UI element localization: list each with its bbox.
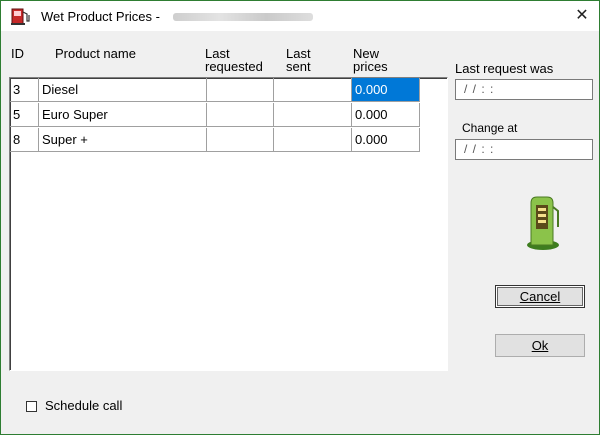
column-header-last-sent: Last sent <box>286 47 311 73</box>
cell-new-price[interactable]: 0.000 <box>352 103 420 127</box>
cell-last-requested[interactable] <box>207 103 274 127</box>
cancel-button[interactable]: Cancel <box>495 285 585 308</box>
header-line: prices <box>353 59 388 74</box>
column-header-last-requested: Last requested <box>205 47 263 73</box>
change-at-label: Change at <box>462 121 518 135</box>
title-obscured-text <box>173 13 313 21</box>
table-row[interactable]: 5 Euro Super 0.000 <box>10 103 420 128</box>
cell-last-requested[interactable] <box>207 128 274 152</box>
last-request-field[interactable]: / / : : <box>455 79 593 100</box>
column-header-new-prices: New prices <box>353 47 388 73</box>
price-grid[interactable]: 3 Diesel 0.000 5 Euro Super 0.000 8 Supe… <box>9 77 448 371</box>
cell-last-sent[interactable] <box>274 78 352 102</box>
ok-button[interactable]: Ok <box>495 334 585 357</box>
change-at-field[interactable]: / / : : <box>455 139 593 160</box>
cell-new-price[interactable]: 0.000 <box>352 128 420 152</box>
window-title: Wet Product Prices - <box>41 9 160 24</box>
schedule-call-label[interactable]: Schedule call <box>45 398 122 413</box>
close-icon: ✕ <box>575 7 589 24</box>
cell-last-sent[interactable] <box>274 128 352 152</box>
cell-product-name[interactable]: Euro Super <box>39 103 207 127</box>
column-header-id: ID <box>11 46 24 61</box>
cell-id[interactable]: 5 <box>10 103 39 127</box>
header-line: sent <box>286 59 311 74</box>
cell-product-name[interactable]: Super + <box>39 128 207 152</box>
title-bar[interactable]: Wet Product Prices - ✕ <box>1 1 599 31</box>
cancel-button-label: Cancel <box>519 289 561 304</box>
cell-product-name[interactable]: Diesel <box>39 78 207 102</box>
header-line: requested <box>205 59 263 74</box>
column-header-product-name: Product name <box>55 46 136 61</box>
cell-last-requested[interactable] <box>207 78 274 102</box>
cell-id[interactable]: 3 <box>10 78 39 102</box>
cell-last-sent[interactable] <box>274 103 352 127</box>
schedule-call-checkbox[interactable] <box>26 401 37 412</box>
ok-button-label: Ok <box>531 338 549 353</box>
cell-new-price[interactable]: 0.000 <box>352 78 420 102</box>
last-request-label: Last request was <box>455 61 554 76</box>
fuel-pump-green-icon <box>527 196 559 250</box>
table-row[interactable]: 3 Diesel 0.000 <box>10 78 420 103</box>
table-row[interactable]: 8 Super + 0.000 <box>10 128 420 153</box>
wet-product-prices-window: Wet Product Prices - ✕ ID Product name L… <box>0 0 600 435</box>
cell-id[interactable]: 8 <box>10 128 39 152</box>
fuel-pump-red-icon <box>11 8 30 25</box>
close-button[interactable]: ✕ <box>567 3 597 29</box>
